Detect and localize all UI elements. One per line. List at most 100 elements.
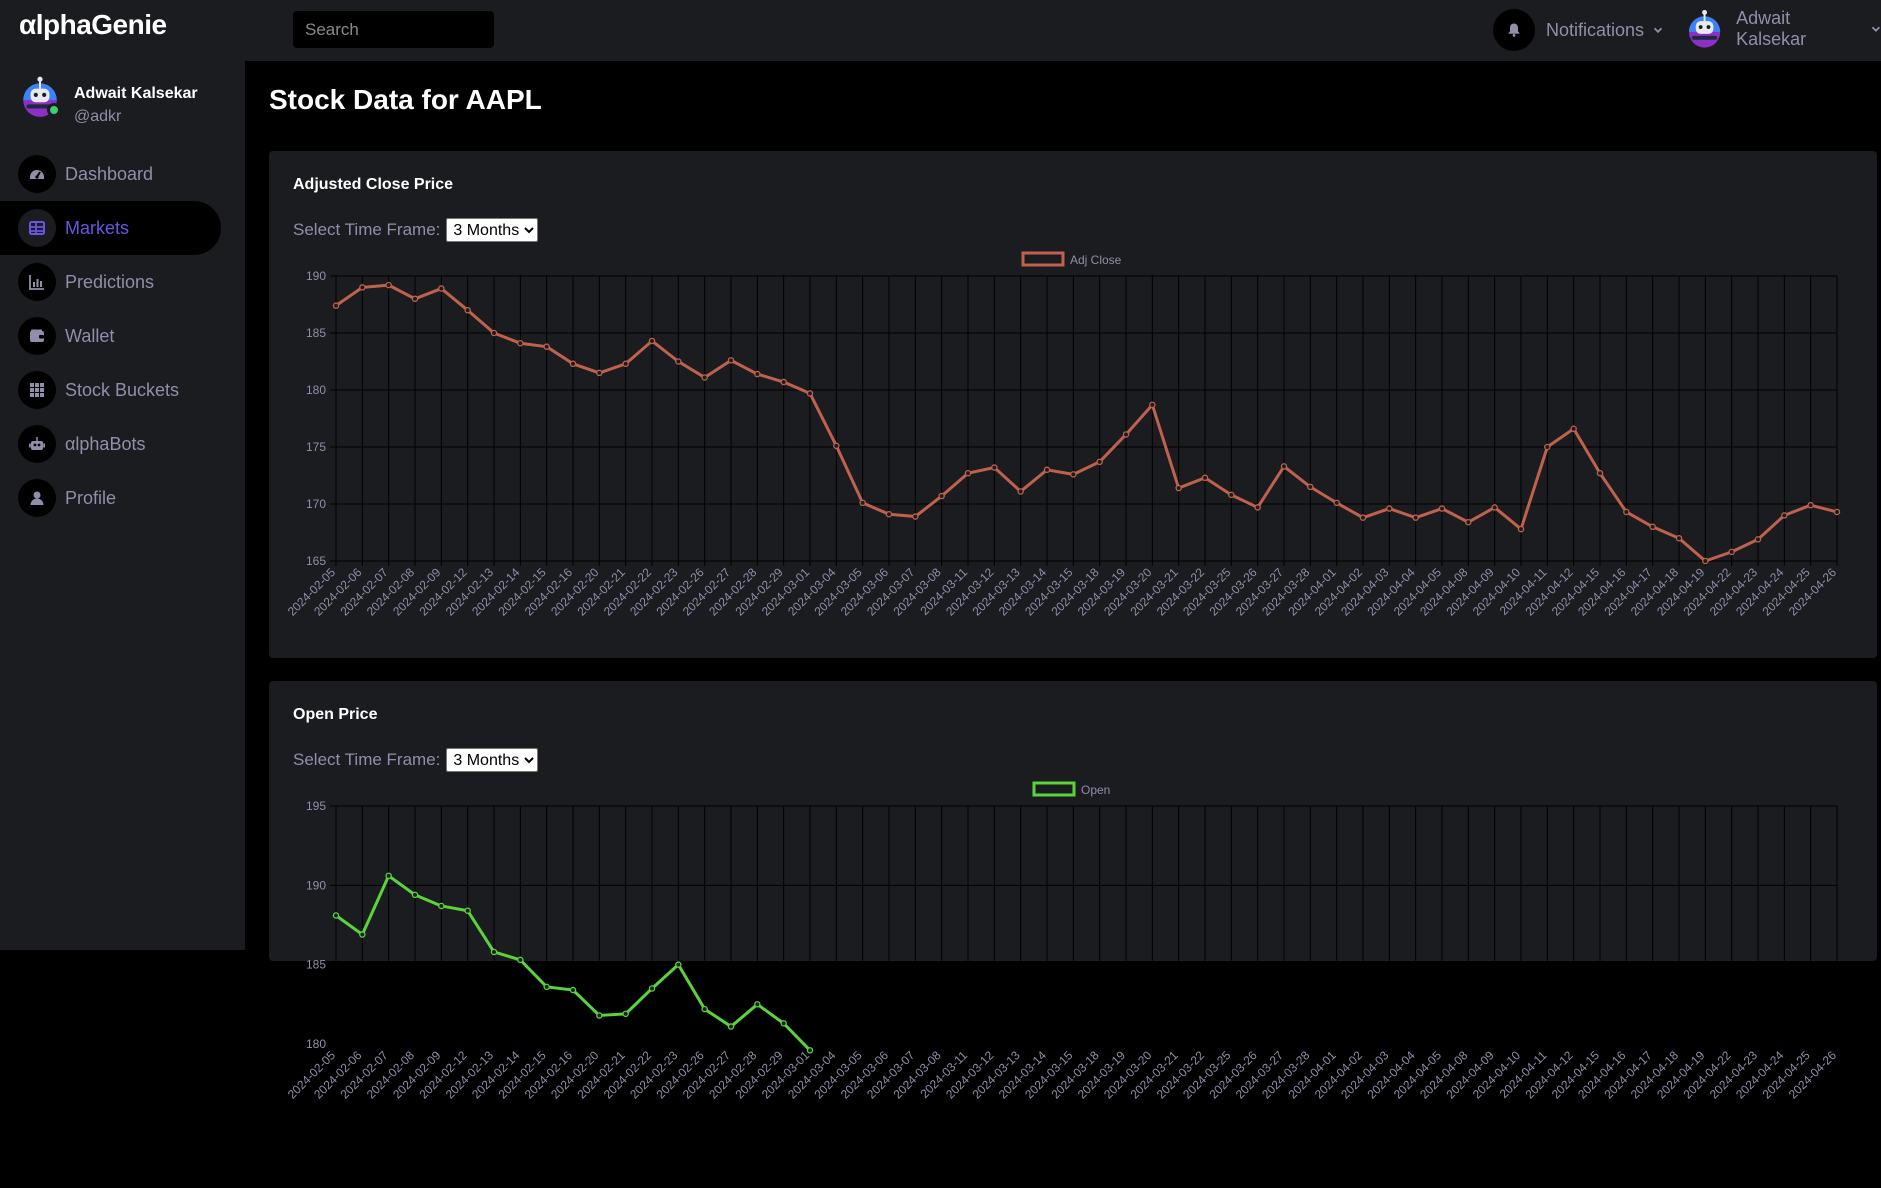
data-point bbox=[701, 374, 708, 381]
avatar[interactable] bbox=[19, 75, 61, 119]
sidebar: Adwait Kalsekar @adkr Dashboard Markets … bbox=[0, 61, 245, 950]
sidebar-item-wallet[interactable]: Wallet bbox=[0, 309, 245, 363]
grid-icon bbox=[18, 371, 56, 409]
y-tick-label: 180 bbox=[306, 1037, 326, 1051]
y-tick-label: 195 bbox=[306, 799, 326, 813]
data-point bbox=[622, 360, 629, 368]
user-menu[interactable]: Adwait Kalsekar bbox=[1686, 8, 1881, 50]
data-point bbox=[543, 343, 550, 350]
data-point bbox=[1043, 466, 1051, 474]
data-point bbox=[1649, 523, 1656, 531]
chevron-down-icon bbox=[1872, 26, 1881, 33]
data-point bbox=[464, 306, 471, 314]
data-point bbox=[1228, 491, 1235, 499]
data-point bbox=[359, 284, 366, 291]
user-name[interactable]: Adwait Kalsekar bbox=[1736, 8, 1862, 50]
bell-icon[interactable] bbox=[1493, 9, 1535, 51]
data-point bbox=[596, 1012, 603, 1019]
data-point bbox=[1122, 431, 1130, 438]
data-point bbox=[1465, 518, 1472, 526]
series-line bbox=[335, 283, 1838, 563]
user-avatar[interactable] bbox=[1686, 8, 1723, 50]
data-point bbox=[648, 337, 656, 345]
data-point bbox=[1623, 508, 1630, 516]
open-price-chart: 1801851901952024-02-052024-02-062024-02-… bbox=[285, 781, 1839, 1102]
sidebar-item-profile[interactable]: Profile bbox=[0, 471, 245, 525]
sidebar-item-label: Predictions bbox=[65, 271, 155, 292]
sidebar-item-label: Stock Buckets bbox=[65, 379, 180, 400]
legend-swatch bbox=[1032, 781, 1076, 797]
chart-grid bbox=[330, 805, 1838, 1049]
page-title: Stock Data for AAPL bbox=[269, 84, 542, 115]
profile-name: Adwait Kalsekar bbox=[74, 85, 198, 102]
sidebar-item-label: αlphaBots bbox=[65, 433, 146, 454]
notifications-label[interactable]: Notifications bbox=[1546, 20, 1644, 41]
robot-icon bbox=[18, 425, 56, 463]
data-point bbox=[727, 1023, 735, 1030]
sidebar-item-markets[interactable]: Markets bbox=[0, 201, 221, 255]
data-point bbox=[727, 357, 735, 364]
legend-label: Open bbox=[1081, 783, 1110, 797]
data-point bbox=[1833, 508, 1841, 516]
sidebar-item-label: Dashboard bbox=[65, 163, 154, 184]
sidebar-item-label: Profile bbox=[65, 487, 117, 508]
data-point bbox=[1544, 443, 1551, 451]
y-tick-label: 185 bbox=[306, 326, 326, 340]
legend-label: Adj Close bbox=[1070, 253, 1122, 267]
table-icon bbox=[18, 209, 56, 247]
y-tick-label: 190 bbox=[306, 878, 326, 892]
sidebar-item-predictions[interactable]: Predictions bbox=[0, 255, 245, 309]
data-point bbox=[1807, 501, 1814, 509]
sidebar-item-stock-buckets[interactable]: Stock Buckets bbox=[0, 363, 245, 417]
sidebar-item-dashboard[interactable]: Dashboard bbox=[0, 147, 245, 201]
y-tick-label: 180 bbox=[306, 383, 326, 397]
sidebar-item-label: Markets bbox=[65, 217, 130, 238]
y-tick-label: 185 bbox=[306, 958, 326, 972]
profile-card: Adwait Kalsekar @adkr bbox=[19, 75, 198, 125]
data-point bbox=[701, 1005, 708, 1013]
data-point bbox=[1280, 463, 1288, 470]
notifications-menu[interactable]: Notifications bbox=[1493, 9, 1663, 51]
data-point bbox=[1017, 488, 1024, 495]
data-point bbox=[411, 891, 419, 899]
wallet-icon bbox=[18, 317, 56, 355]
app-logo[interactable]: αlphaGenie bbox=[19, 9, 167, 41]
data-point bbox=[1333, 499, 1340, 507]
data-point bbox=[1175, 484, 1182, 492]
data-point bbox=[464, 907, 471, 914]
data-point bbox=[569, 986, 577, 994]
sidebar-item-alphabots[interactable]: αlphaBots bbox=[0, 417, 245, 471]
data-point bbox=[964, 469, 972, 477]
user-icon bbox=[18, 479, 56, 517]
data-point bbox=[1149, 401, 1156, 409]
data-point bbox=[1728, 548, 1735, 556]
y-tick-label: 175 bbox=[306, 440, 326, 454]
y-tick-label: 170 bbox=[306, 497, 326, 511]
data-point bbox=[385, 872, 392, 880]
data-point bbox=[912, 513, 919, 520]
open-price-card: Open Price Select Time Frame: 3 Months 1… bbox=[269, 681, 1877, 1102]
adj-close-chart: 1651701751801851902024-02-052024-02-0620… bbox=[285, 251, 1841, 619]
data-point bbox=[411, 295, 419, 303]
online-status-indicator bbox=[47, 103, 61, 117]
data-point bbox=[622, 1010, 629, 1018]
y-tick-label: 165 bbox=[306, 554, 326, 568]
data-point bbox=[1491, 504, 1498, 511]
data-point bbox=[438, 902, 445, 910]
data-point bbox=[885, 511, 893, 518]
data-point bbox=[596, 369, 603, 377]
y-tick-label: 190 bbox=[306, 269, 326, 283]
dashboard-icon bbox=[18, 155, 56, 193]
data-point bbox=[648, 985, 656, 992]
data-point bbox=[1412, 514, 1419, 521]
data-point bbox=[1675, 534, 1683, 542]
data-point bbox=[1754, 536, 1762, 543]
chart-grid bbox=[330, 275, 1838, 566]
data-point bbox=[1702, 557, 1709, 565]
top-bar: αlphaGenie Notifications Adwait Kalsekar bbox=[0, 0, 1881, 61]
search-input[interactable] bbox=[293, 11, 494, 48]
legend-swatch bbox=[1021, 251, 1065, 267]
data-point bbox=[490, 329, 498, 337]
data-point bbox=[1596, 469, 1604, 477]
data-point bbox=[1517, 525, 1525, 533]
